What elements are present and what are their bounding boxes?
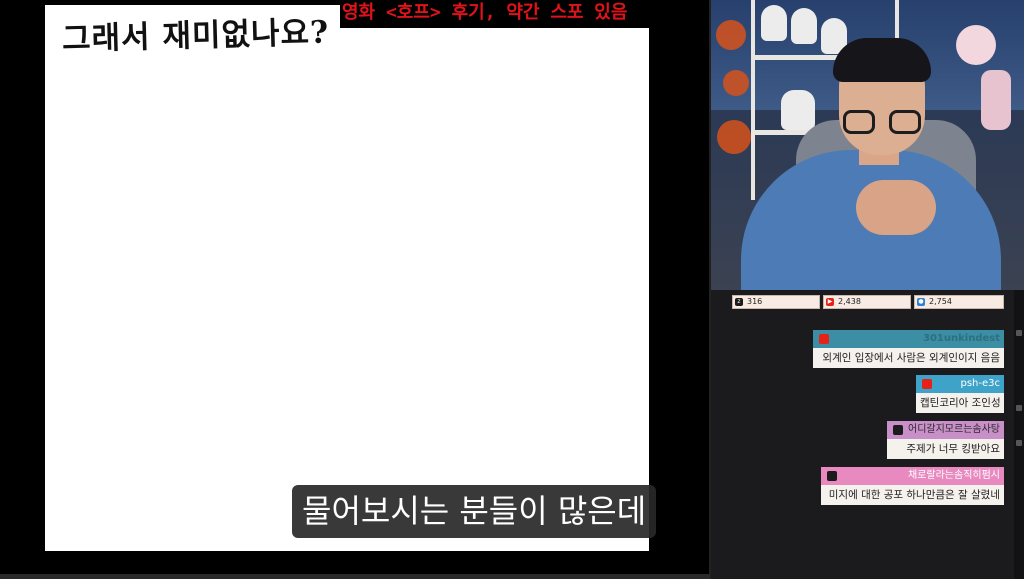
stat-value: 2,754 [929, 297, 952, 306]
chat-message: 301unkindest 외계인 입장에서 사람은 외계인이지 음음 [813, 330, 1004, 368]
chat-username-bar: 채로랄라는솜직히펌시 [821, 467, 1004, 485]
flower-ribbon [981, 70, 1011, 130]
chat-username-bar: 어디갈지모르는솜사탕 [887, 421, 1004, 439]
stat-chzzk: z 316 [732, 295, 820, 309]
youtube-icon [819, 334, 829, 344]
chzzk-icon: z [735, 298, 743, 306]
chat-username: 301unkindest [923, 333, 1000, 344]
bottom-bar [0, 574, 710, 579]
streamer-hand [856, 180, 936, 235]
stats-bar: z 316 ▶ 2,438 ● 2,754 [732, 295, 1004, 309]
figurine [791, 8, 817, 44]
stat-value: 2,438 [838, 297, 861, 306]
flower-wreath [956, 25, 996, 65]
chat-text: 외계인 입장에서 사람은 외계인이지 음음 [813, 348, 1004, 368]
whiteboard-title: 그래서 재미없나요? [61, 14, 330, 58]
tool-icon [1016, 405, 1022, 411]
youtube-icon: ▶ [826, 298, 834, 306]
chat-text: 미지에 대한 공포 하나만큼은 잘 살렸네 [821, 485, 1004, 505]
streamer-hair [833, 38, 931, 82]
topic-banner: 영화 <호프> 후기, 약간 스포 있음 [340, 0, 708, 28]
stat-youtube: ▶ 2,438 [823, 295, 911, 309]
chat-text: 캡틴코리아 조인성 [916, 393, 1004, 413]
chat-username: 어디갈지모르는솜사탕 [908, 424, 1000, 435]
webcam-feed [711, 0, 1024, 290]
autumn-leaves [717, 120, 751, 154]
stat-value: 316 [747, 297, 763, 306]
stat-viewers: ● 2,754 [914, 295, 1004, 309]
chat-message: psh-e3c 캡틴코리아 조인성 [916, 375, 1004, 413]
youtube-icon [922, 379, 932, 389]
tool-icon [1016, 330, 1022, 336]
chat-username: 채로랄라는솜직히펌시 [908, 470, 1000, 481]
figurine [761, 5, 787, 41]
chat-message: 어디갈지모르는솜사탕 주제가 너무 킹받아요 [887, 421, 1004, 459]
chat-message: 채로랄라는솜직히펌시 미지에 대한 공포 하나만큼은 잘 살렸네 [821, 467, 1004, 505]
viewer-icon: ● [917, 298, 925, 306]
chat-text: 주제가 너무 킹받아요 [887, 439, 1004, 459]
chat-username-bar: 301unkindest [813, 330, 1004, 348]
whiteboard-canvas [45, 5, 649, 551]
tool-icon [1016, 440, 1022, 446]
chzzk-icon [893, 425, 903, 435]
autumn-leaves [723, 70, 749, 96]
tool-strip [1014, 290, 1024, 579]
chzzk-icon [827, 471, 837, 481]
figurine [781, 90, 815, 130]
glasses-icon [843, 110, 923, 134]
chat-username: psh-e3c [960, 378, 1000, 389]
chat-username-bar: psh-e3c [916, 375, 1004, 393]
autumn-leaves [716, 20, 746, 50]
subtitle-caption: 물어보시는 분들이 많은데 [292, 485, 657, 538]
